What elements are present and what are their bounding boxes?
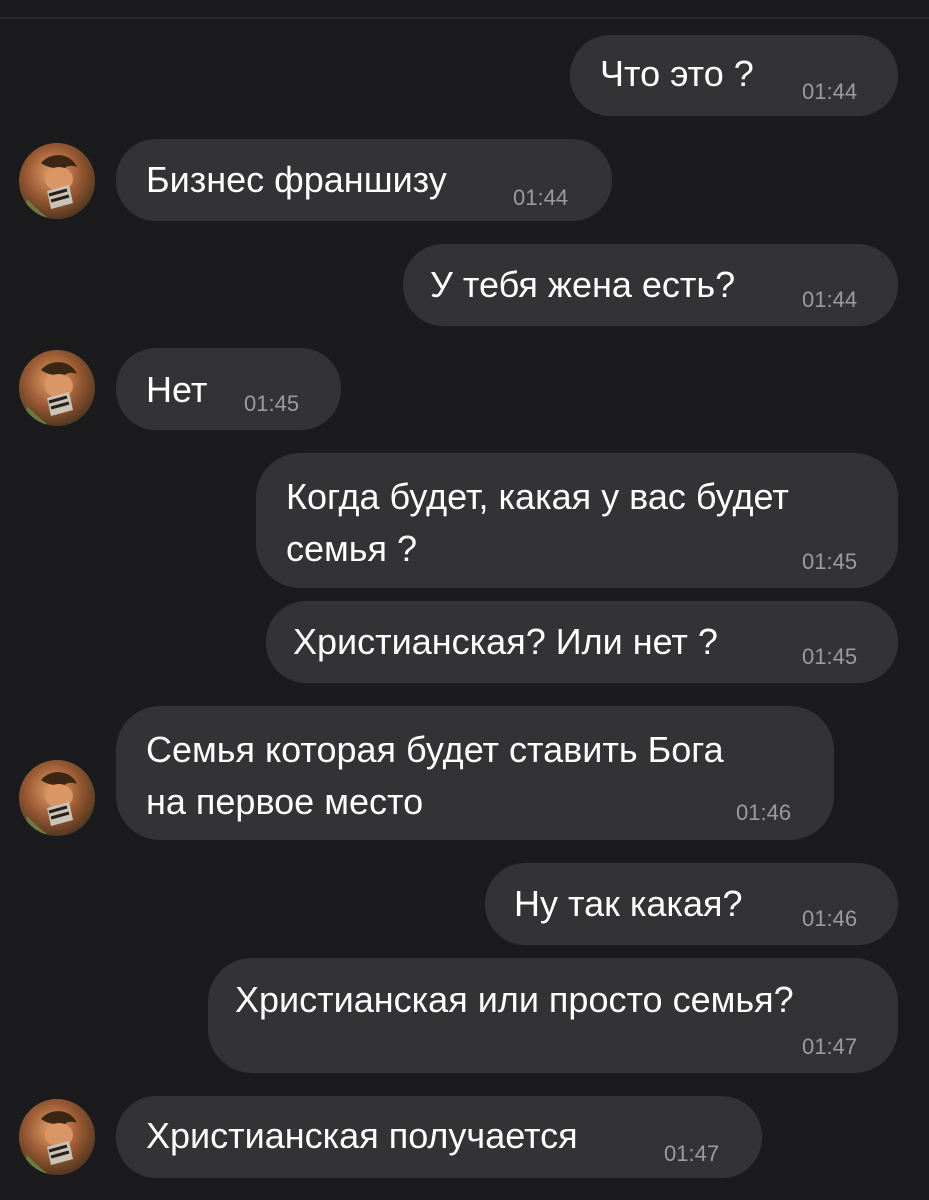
message-text: Нет	[146, 369, 208, 410]
message-bubble-outgoing[interactable]: У тебя жена есть? 01:44	[403, 244, 898, 326]
message-text: У тебя жена есть?	[430, 264, 736, 305]
message-bubble-outgoing[interactable]: Христианская? Или нет ? 01:45	[266, 601, 898, 683]
message-time: 01:47	[802, 1034, 858, 1059]
avatar-icon	[19, 760, 95, 836]
message-text-line: Семья которая будет ставить Бога	[146, 729, 724, 770]
message-text: Что это ?	[600, 53, 754, 94]
message-bubble-outgoing[interactable]: Что это ? 01:44	[570, 35, 898, 116]
avatar-icon	[19, 143, 95, 219]
contact-avatar[interactable]	[19, 143, 95, 219]
message-time: 01:45	[244, 391, 300, 416]
message-text: Ну так какая?	[514, 883, 743, 924]
message-time: 01:47	[664, 1141, 720, 1166]
message-text: Христианская или просто семья?	[235, 979, 794, 1020]
message-bubble-incoming[interactable]: Христианская получается 01:47	[116, 1096, 762, 1178]
contact-avatar[interactable]	[19, 350, 95, 426]
message-time: 01:46	[802, 906, 858, 931]
message-text: Христианская? Или нет ?	[293, 621, 718, 662]
top-divider	[0, 17, 929, 19]
message-time: 01:45	[802, 644, 858, 669]
message-time: 01:45	[802, 549, 858, 574]
message-time: 01:44	[802, 287, 858, 312]
message-bubble-incoming[interactable]: Семья которая будет ставить Бога на перв…	[116, 706, 834, 840]
message-text-line: на первое место	[146, 781, 424, 822]
avatar-icon	[19, 1099, 95, 1175]
contact-avatar[interactable]	[19, 760, 95, 836]
message-text: Христианская получается	[146, 1115, 578, 1156]
message-bubble-incoming[interactable]: Бизнес франшизу 01:44	[116, 139, 612, 221]
message-text: Бизнес франшизу	[146, 159, 447, 200]
message-time: 01:44	[513, 185, 569, 210]
message-text-line: семья ?	[286, 528, 418, 569]
message-bubble-outgoing[interactable]: Христианская или просто семья? 01:47	[208, 958, 898, 1073]
message-bubble-outgoing[interactable]: Когда будет, какая у вас будет семья ? 0…	[256, 453, 898, 588]
avatar-icon	[19, 350, 95, 426]
contact-avatar[interactable]	[19, 1099, 95, 1175]
message-time: 01:46	[736, 800, 792, 825]
message-bubble-outgoing[interactable]: Ну так какая? 01:46	[485, 863, 898, 945]
message-time: 01:44	[802, 79, 858, 104]
message-text-line: Когда будет, какая у вас будет	[286, 476, 789, 517]
message-bubble-incoming[interactable]: Нет 01:45	[116, 348, 341, 430]
